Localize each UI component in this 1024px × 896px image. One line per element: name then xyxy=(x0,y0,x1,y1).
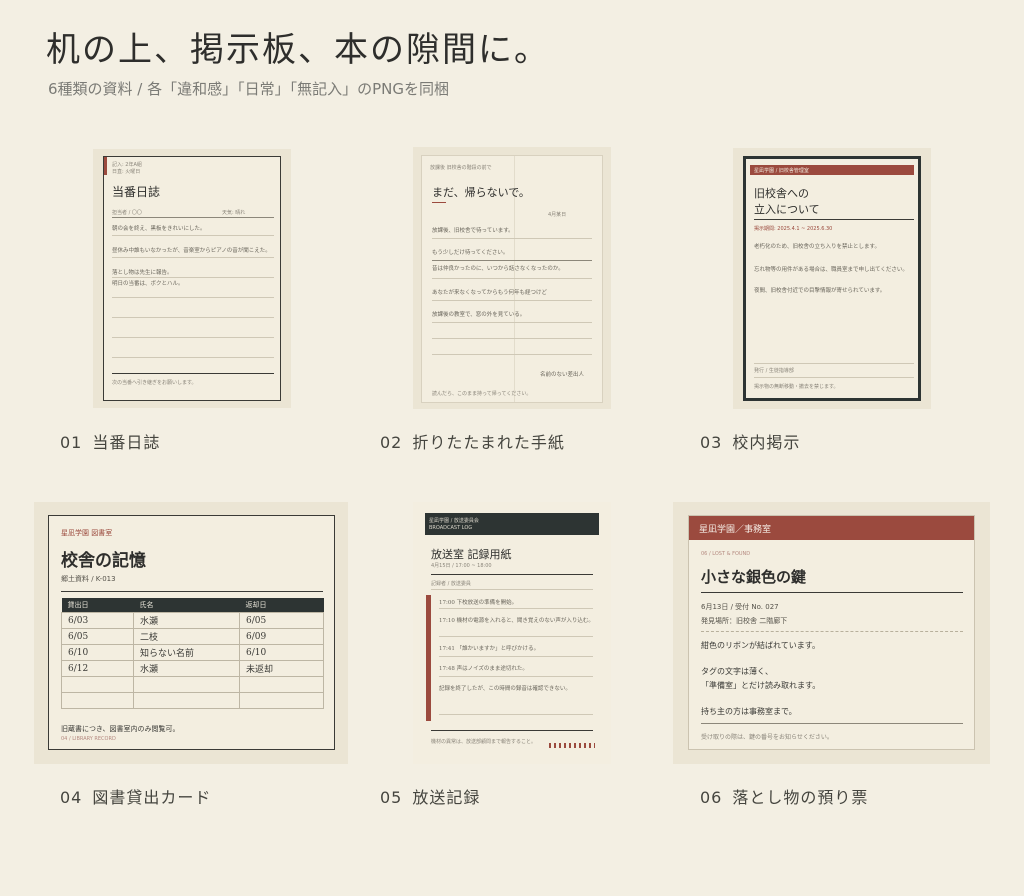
notice-footer-2: 掲示物の無断移動・撤去を禁じます。 xyxy=(754,384,839,390)
library-footer: 04 / LIBRARY RECORD xyxy=(61,736,116,742)
library-code: 郷土資料 / K-013 xyxy=(61,575,116,583)
lost-desc: 紺色のリボンが結ばれています。 xyxy=(701,641,820,650)
letter-paper: 放課後 旧校舎の階段の前で まだ、帰らないで。 4月某日 放課後、旧校舎で待って… xyxy=(421,155,603,403)
letter-line: あなたが来なくなってからもう何年も経つけど xyxy=(432,290,548,296)
notice-paper: 星凪学園 / 旧校舎管理室 旧校舎への 立入について 掲示期間: 2025.4.… xyxy=(743,156,921,401)
thumbnail-folded-letter[interactable]: 放課後 旧校舎の階段の前で まだ、帰らないで。 4月某日 放課後、旧校舎で待って… xyxy=(413,147,611,409)
library-card-paper: 星凪学園 図書室 校舎の記憶 郷土資料 / K-013 貸出日 氏名 返却日 6… xyxy=(48,515,335,750)
notice-period: 掲示期間: 2025.4.1 ~ 2025.6.30 xyxy=(754,226,833,232)
broadcast-entry: 記録を終了したが、この時間の録音は確認できない。 xyxy=(439,686,571,692)
lost-date: 6月13日 / 受付 No. 027 xyxy=(701,603,779,611)
thumbnail-duty-log[interactable]: 記入: 2年A組 日直: 火曜日 当番日誌 担当者 / 〇〇 天気: 晴れ 朝の… xyxy=(93,149,291,408)
broadcast-band-2: BROADCAST LOG xyxy=(429,525,473,531)
duty-log-meta: 記入: 2年A組 xyxy=(112,162,142,168)
broadcast-entry: 17:10 機材の電源を入れると、聞き覚えのない声が入り込む。 xyxy=(439,618,594,624)
broadcast-entry: 17:48 声はノイズのまま途切れた。 xyxy=(439,666,528,672)
notice-title-2: 立入について xyxy=(754,203,820,216)
broadcast-entry: 17:41 「誰かいますか」と呼びかける。 xyxy=(439,646,540,652)
loan-table: 貸出日 氏名 返却日 6/03 水瀬 6/05 6/05 二枝 6/09 6/10 知らな… xyxy=(61,598,324,709)
col-name: 氏名 xyxy=(133,598,240,613)
letter-line: もう少しだけ待ってください。 xyxy=(432,250,509,256)
broadcast-band: 星凪学園 / 放送委員会 xyxy=(429,518,479,524)
duty-log-info-left: 担当者 / 〇〇 xyxy=(112,210,142,216)
thumbnail-broadcast-log[interactable]: 星凪学園 / 放送委員会 BROADCAST LOG 放送室 記録用紙 4月15… xyxy=(413,502,611,764)
duty-log-line: 明日の当番は、ボクとハル。 xyxy=(112,281,184,287)
duty-log-info-right: 天気: 晴れ xyxy=(222,210,246,216)
duty-log-title: 当番日誌 xyxy=(112,185,161,199)
letter-footer: 読んだら、このまま持って帰ってください。 xyxy=(432,391,532,397)
letter-sign: 名前のない差出人 xyxy=(540,372,585,378)
thumbnail-library-card[interactable]: 星凪学園 図書室 校舎の記憶 郷土資料 / K-013 貸出日 氏名 返却日 6… xyxy=(34,502,348,764)
item-caption: 03 校内掲示 xyxy=(700,433,801,452)
letter-line: 放課後、旧校舎で待っています。 xyxy=(432,228,514,234)
item-caption: 01 当番日誌 xyxy=(60,433,161,452)
duty-log-meta2: 日直: 火曜日 xyxy=(112,169,141,175)
col-return-date: 返却日 xyxy=(239,598,324,613)
page-subtitle: 6種類の資料 / 各「違和感」「日常」「無記入」のPNGを同梱 xyxy=(48,80,450,98)
page-title: 机の上、掲示板、本の隙間に。 xyxy=(46,30,550,70)
notice-title-1: 旧校舎への xyxy=(754,187,809,200)
lost-desc: 「準備室」とだけ読み取れます。 xyxy=(701,681,821,690)
letter-date: 4月某日 xyxy=(548,212,567,218)
notice-line: 忘れ物等の用件がある場合は、職員室まで申し出てください。 xyxy=(754,267,908,273)
table-row xyxy=(61,676,324,693)
notice-line: 老朽化のため、旧校舎の立ち入りを禁止とします。 xyxy=(754,244,880,250)
table-row: 6/05 二枝 6/09 xyxy=(61,628,324,645)
table-row: 6/03 水瀬 6/05 xyxy=(61,612,324,629)
letter-line: 放課後の教室で、窓の外を見ている。 xyxy=(432,312,526,318)
duty-log-footer: 次の当番へ引き継ぎをお願いします。 xyxy=(112,380,197,386)
item-caption: 02 折りたたまれた手紙 xyxy=(380,433,565,452)
duty-log-line: 昼休み中誰もいなかったが、音楽室からピアノの音が聞こえた。 xyxy=(112,248,271,254)
col-loan-date: 貸出日 xyxy=(61,598,134,613)
level-marks xyxy=(549,743,595,748)
duty-log-line: 朝の会を終え、黒板をきれいにした。 xyxy=(112,226,206,232)
notice-footer: 発行 / 生徒指導部 xyxy=(754,368,794,374)
broadcast-footer: 機材の異常は、放送部顧問まで報告すること。 xyxy=(431,739,537,745)
letter-header: 放課後 旧校舎の階段の前で xyxy=(430,165,492,171)
lost-desc: タグの文字は薄く、 xyxy=(701,667,773,676)
item-caption: 06 落とし物の預り票 xyxy=(700,788,869,807)
lost-footer: 受け取りの際は、鍵の番号をお知らせください。 xyxy=(701,734,833,741)
item-caption: 05 放送記録 xyxy=(380,788,481,807)
library-org: 星凪学園 図書室 xyxy=(61,529,113,537)
broadcast-entry: 17:00 下校放送の準備を開始。 xyxy=(439,600,518,606)
item-caption: 04 図書貸出カード xyxy=(60,788,212,807)
thumbnail-school-notice[interactable]: 星凪学園 / 旧校舎管理室 旧校舎への 立入について 掲示期間: 2025.4.… xyxy=(733,148,931,409)
broadcast-meta: 記録者 / 放送委員 xyxy=(431,581,471,587)
broadcast-title: 放送室 記録用紙 xyxy=(431,548,512,561)
duty-log-line: 落とし物は先生に報告。 xyxy=(112,270,173,276)
table-row xyxy=(61,692,324,709)
letter-line: 昔は仲良かったのに、いつから話さなくなったのか。 xyxy=(432,266,564,272)
broadcast-paper: 星凪学園 / 放送委員会 BROADCAST LOG 放送室 記録用紙 4月15… xyxy=(413,502,611,764)
lost-title: 小さな銀色の鍵 xyxy=(701,568,807,586)
lost-desc: 持ち主の方は事務室まで。 xyxy=(701,707,797,716)
lost-tag: 06 / LOST & FOUND xyxy=(701,551,751,557)
table-row: 6/12 水瀬 未返却 xyxy=(61,660,324,677)
notice-band: 星凪学園 / 旧校舎管理室 xyxy=(754,168,809,174)
table-row: 6/10 知らない名前 6/10 xyxy=(61,644,324,661)
lost-band: 星凪学園／事務室 xyxy=(699,525,772,535)
letter-title: まだ、帰らないで。 xyxy=(432,186,530,199)
duty-log-paper: 記入: 2年A組 日直: 火曜日 当番日誌 担当者 / 〇〇 天気: 晴れ 朝の… xyxy=(103,156,281,401)
thumbnail-lost-item-ticket[interactable]: 星凪学園／事務室 06 / LOST & FOUND 小さな銀色の鍵 6月13日… xyxy=(673,502,990,764)
lost-ticket-paper: 星凪学園／事務室 06 / LOST & FOUND 小さな銀色の鍵 6月13日… xyxy=(688,515,975,750)
library-title: 校舎の記憶 xyxy=(61,551,146,571)
lost-place: 発見場所：旧校舎 二階廊下 xyxy=(701,617,788,625)
library-note: 旧蔵書につき、図書室内のみ閲覧可。 xyxy=(61,725,180,733)
notice-line: 夜間、旧校舎付近での目撃情報が寄せられています。 xyxy=(754,288,886,294)
broadcast-sub: 4月15日 / 17:00 ~ 18:00 xyxy=(431,563,492,569)
